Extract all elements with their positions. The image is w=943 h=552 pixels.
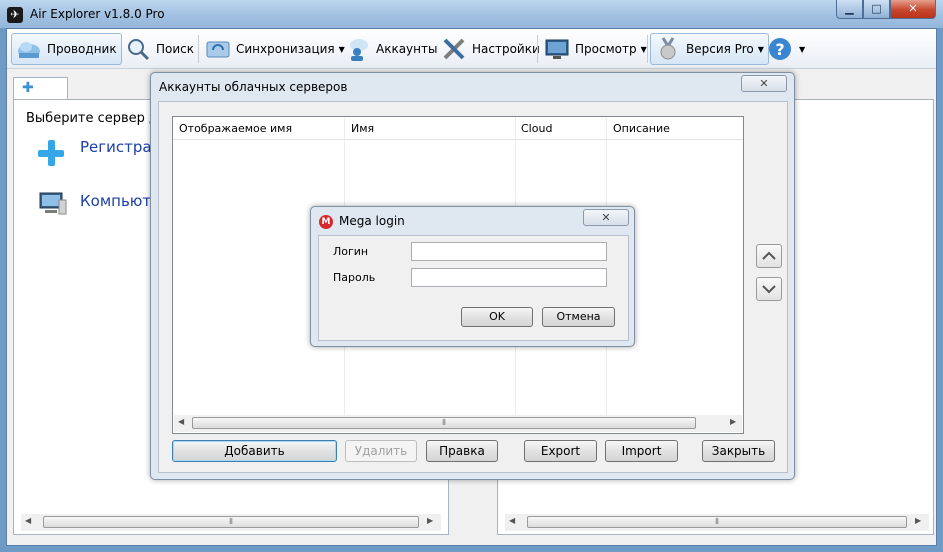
toolbar-explorer[interactable]: Проводник	[11, 33, 122, 65]
computer-icon[interactable]	[39, 192, 67, 216]
close-window-button[interactable]: ✕	[890, 0, 936, 19]
column-header-display-name[interactable]: Отображаемое имя	[179, 122, 292, 135]
chevron-down-icon: ▼	[640, 44, 647, 54]
medal-icon	[655, 36, 681, 62]
maximize-button[interactable]: □	[863, 0, 890, 19]
toolbar-help[interactable]: ? ▼	[763, 33, 809, 65]
toolbar-view[interactable]: Просмотр ▼	[540, 33, 651, 65]
move-down-button[interactable]	[756, 277, 782, 301]
ok-button[interactable]: OK	[461, 307, 533, 327]
scrollbar-thumb[interactable]: ⦀	[527, 516, 907, 528]
toolbar-separator	[647, 35, 648, 63]
add-button[interactable]: Добавить	[172, 440, 337, 462]
password-label: Пароль	[333, 271, 376, 284]
close-button[interactable]: Закрыть	[702, 440, 775, 462]
mega-logo-icon: M	[319, 215, 333, 229]
cloud-icon	[16, 36, 42, 62]
delete-button[interactable]: Удалить	[345, 440, 417, 462]
toolbar-separator	[537, 35, 538, 63]
monitor-icon	[544, 36, 570, 62]
column-header-description[interactable]: Описание	[613, 122, 670, 135]
move-up-button[interactable]	[756, 244, 782, 268]
cancel-button[interactable]: Отмена	[542, 307, 615, 327]
app-icon: ✈	[7, 7, 23, 23]
mega-dialog-title: Mega login	[339, 214, 405, 228]
toolbar: Проводник Поиск Синхронизация ▼ Аккаунты	[7, 29, 936, 69]
chevron-down-icon: ▼	[799, 44, 806, 54]
scrollbar-thumb[interactable]: ⦀	[43, 516, 419, 528]
toolbar-accounts[interactable]: Аккаунты	[341, 33, 441, 65]
import-button[interactable]: Import	[605, 440, 678, 462]
left-horizontal-scrollbar[interactable]: ◀ ⦀ ▶	[21, 514, 441, 531]
scroll-left-icon[interactable]: ◀	[509, 516, 515, 525]
chevron-up-icon	[762, 251, 776, 260]
plus-icon[interactable]	[38, 140, 64, 166]
users-icon	[345, 36, 371, 62]
chevron-down-icon	[762, 285, 776, 294]
svg-text:?: ?	[775, 40, 784, 59]
accounts-dialog-title: Аккаунты облачных серверов	[159, 80, 348, 94]
accounts-list-header: Отображаемое имя Имя Cloud Описание	[173, 117, 743, 140]
toolbar-settings-label: Настройки	[472, 42, 540, 56]
sync-icon	[205, 36, 231, 62]
scroll-left-icon[interactable]: ◀	[25, 516, 31, 525]
accounts-list-scrollbar[interactable]: ◀ ⦀ ▶	[174, 415, 742, 432]
title-bar: ✈ Air Explorer v1.8.0 Pro ▁ □ ✕	[0, 0, 943, 28]
computer-link[interactable]: Компьюте	[80, 192, 160, 210]
tab-new[interactable]: ✚	[13, 77, 68, 99]
toolbar-sync-label: Синхронизация	[236, 42, 335, 56]
minimize-button[interactable]: ▁	[836, 0, 863, 19]
toolbar-search-label: Поиск	[156, 42, 195, 56]
mega-login-dialog: M Mega login ✕ Логин Пароль OK Отмена	[310, 206, 635, 347]
right-horizontal-scrollbar[interactable]: ◀ ⦀ ▶	[505, 514, 929, 531]
toolbar-search[interactable]: Поиск	[121, 33, 198, 65]
toolbar-explorer-label: Проводник	[47, 42, 117, 56]
accounts-dialog-close-button[interactable]: ✕	[741, 75, 787, 92]
toolbar-sync[interactable]: Синхронизация ▼	[201, 33, 349, 65]
add-tab-icon: ✚	[22, 80, 34, 96]
mega-dialog-body: Логин Пароль OK Отмена	[318, 235, 629, 341]
scroll-right-icon[interactable]: ▶	[730, 417, 736, 426]
help-icon: ?	[767, 36, 793, 62]
toolbar-version-label: Версия Pro	[686, 42, 754, 56]
edit-button[interactable]: Правка	[426, 440, 498, 462]
toolbar-version[interactable]: Версия Pro ▼	[650, 33, 769, 65]
toolbar-accounts-label: Аккаунты	[376, 42, 438, 56]
magnifier-icon	[125, 36, 151, 62]
login-input[interactable]	[411, 242, 607, 261]
scroll-right-icon[interactable]: ▶	[915, 516, 921, 525]
window-title: Air Explorer v1.8.0 Pro	[30, 7, 165, 21]
mega-dialog-close-button[interactable]: ✕	[583, 209, 629, 226]
login-label: Логин	[333, 245, 369, 258]
column-header-cloud[interactable]: Cloud	[521, 122, 552, 135]
tools-icon	[441, 36, 467, 62]
scroll-right-icon[interactable]: ▶	[427, 516, 433, 525]
toolbar-settings[interactable]: Настройки	[437, 33, 544, 65]
column-header-name[interactable]: Имя	[351, 122, 374, 135]
select-server-label: Выберите сервер д	[26, 111, 159, 126]
password-input[interactable]	[411, 268, 607, 287]
toolbar-view-label: Просмотр	[575, 42, 637, 56]
toolbar-separator	[198, 35, 199, 63]
scroll-left-icon[interactable]: ◀	[178, 417, 184, 426]
scrollbar-thumb[interactable]: ⦀	[192, 417, 696, 429]
export-button[interactable]: Export	[524, 440, 597, 462]
